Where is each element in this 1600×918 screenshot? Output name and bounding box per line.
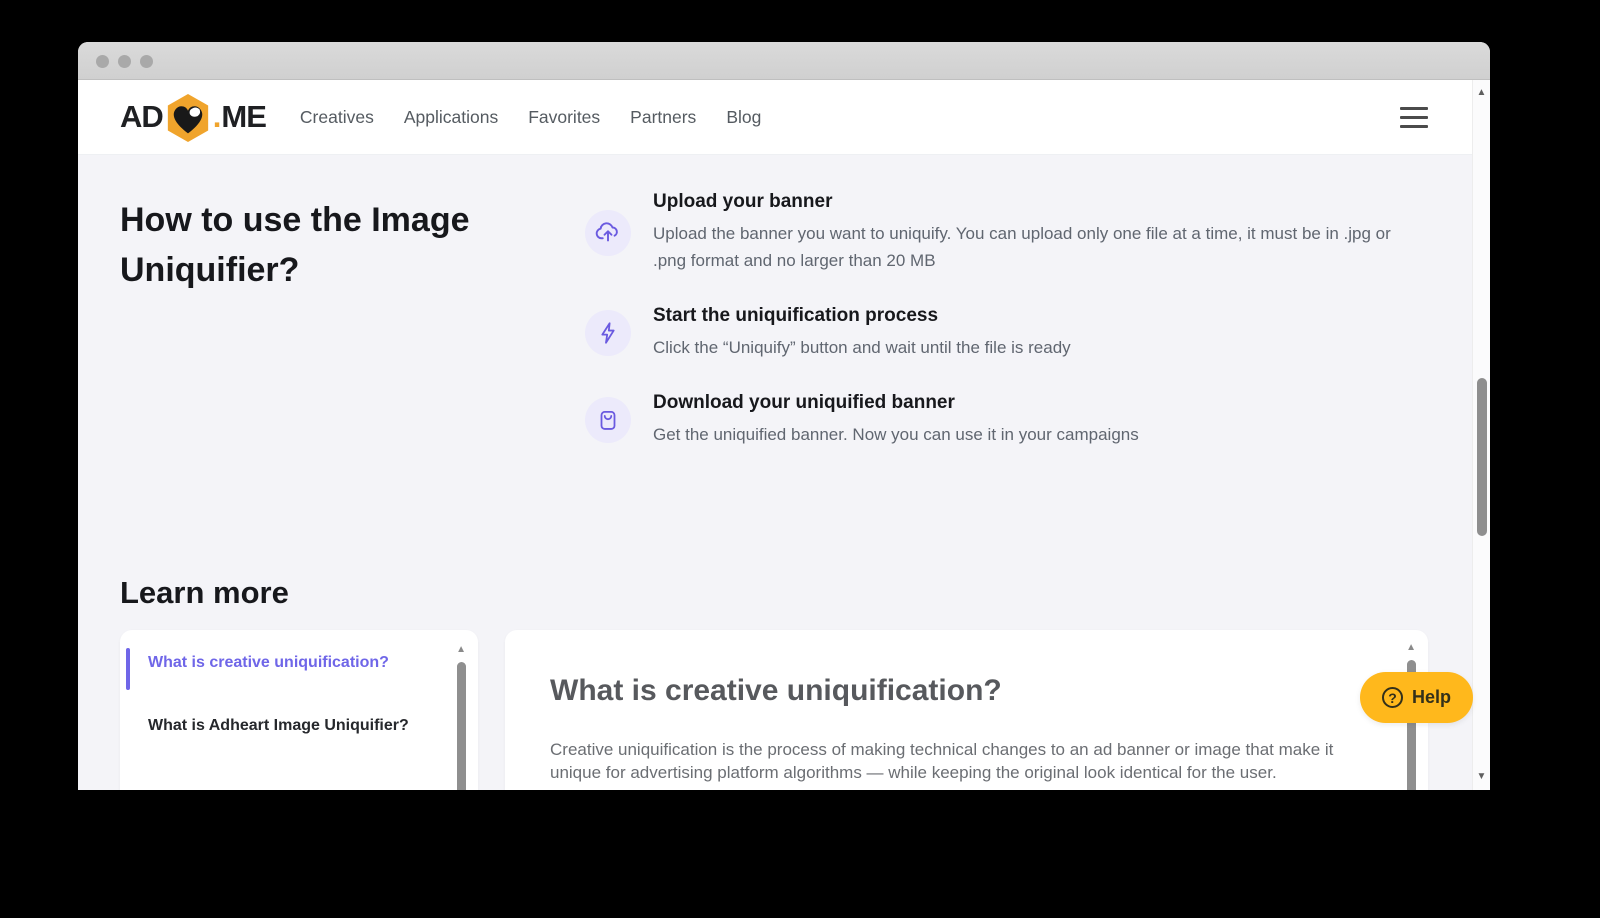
- sidebar-scrollbar-thumb[interactable]: [457, 662, 466, 790]
- adheart-logo[interactable]: AD . ME: [120, 92, 267, 142]
- step-title: Upload your banner: [653, 191, 833, 212]
- upload-cloud-icon: [585, 209, 631, 256]
- window-scrollbar: ▲ ▼: [1472, 80, 1490, 790]
- nav-item-favorites[interactable]: Favorites: [528, 107, 600, 128]
- shopping-bag-icon: [585, 397, 631, 443]
- main-nav: Creatives Applications Favorites Partner…: [300, 107, 761, 128]
- logo-dot: .: [212, 99, 222, 134]
- step-download: Download your uniquified banner Get the …: [585, 392, 1430, 448]
- nav-item-creatives[interactable]: Creatives: [300, 107, 374, 128]
- learn-more-sidebar: What is creative uniquification? What is…: [120, 630, 478, 790]
- article-scroll-up-icon[interactable]: ▲: [1406, 642, 1416, 653]
- article-panel: What is creative uniquification? Creativ…: [505, 630, 1428, 790]
- help-button[interactable]: ? Help: [1360, 672, 1474, 723]
- traffic-light-close[interactable]: [96, 55, 109, 68]
- lightning-icon: [585, 310, 631, 356]
- step-title: Start the uniquification process: [653, 305, 939, 326]
- learn-more-title: Learn more: [120, 575, 289, 610]
- hamburger-menu-icon[interactable]: [1400, 107, 1428, 128]
- hexagon-heart-icon: [167, 94, 208, 142]
- article-body: Creative uniquification is the process o…: [550, 740, 1334, 782]
- traffic-light-minimize[interactable]: [118, 55, 131, 68]
- sidebar-item-what-is-creative-uniquification[interactable]: What is creative uniquification?: [120, 648, 478, 690]
- window-scrollbar-thumb[interactable]: [1477, 378, 1487, 536]
- site-header: AD . ME Creatives Applications Favorites…: [78, 80, 1472, 155]
- nav-item-applications[interactable]: Applications: [404, 107, 498, 128]
- question-circle-icon: ?: [1382, 687, 1403, 708]
- help-button-label: Help: [1412, 687, 1452, 707]
- step-description: Get the uniquified banner. Now you can u…: [653, 425, 1139, 444]
- scroll-down-icon[interactable]: ▼: [1476, 772, 1487, 782]
- browser-window: AD . ME Creatives Applications Favorites…: [78, 42, 1490, 790]
- sidebar-scroll-up-icon[interactable]: ▲: [456, 644, 466, 655]
- traffic-light-zoom[interactable]: [140, 55, 153, 68]
- step-upload: Upload your banner Upload the banner you…: [585, 191, 1430, 274]
- logo-suffix: ME: [221, 99, 266, 134]
- nav-item-blog[interactable]: Blog: [726, 107, 761, 128]
- step-uniquify: Start the uniquification process Click t…: [585, 305, 1430, 361]
- nav-item-partners[interactable]: Partners: [630, 107, 696, 128]
- step-description: Upload the banner you want to uniquify. …: [653, 224, 1391, 270]
- page-title: How to use the Image Uniquifier?: [120, 201, 470, 289]
- step-description: Click the “Uniquify” button and wait unt…: [653, 338, 1071, 357]
- page-content: How to use the Image Uniquifier? Upload …: [78, 155, 1472, 790]
- scroll-up-icon[interactable]: ▲: [1476, 88, 1487, 98]
- article-title: What is creative uniquification?: [550, 674, 1002, 707]
- step-title: Download your uniquified banner: [653, 392, 955, 413]
- how-to-steps: Upload your banner Upload the banner you…: [585, 191, 1430, 479]
- logo-prefix: AD: [120, 99, 164, 134]
- window-titlebar: [78, 42, 1490, 80]
- sidebar-item-what-is-adheart-image-uniquifier[interactable]: What is Adheart Image Uniquifier?: [120, 717, 478, 735]
